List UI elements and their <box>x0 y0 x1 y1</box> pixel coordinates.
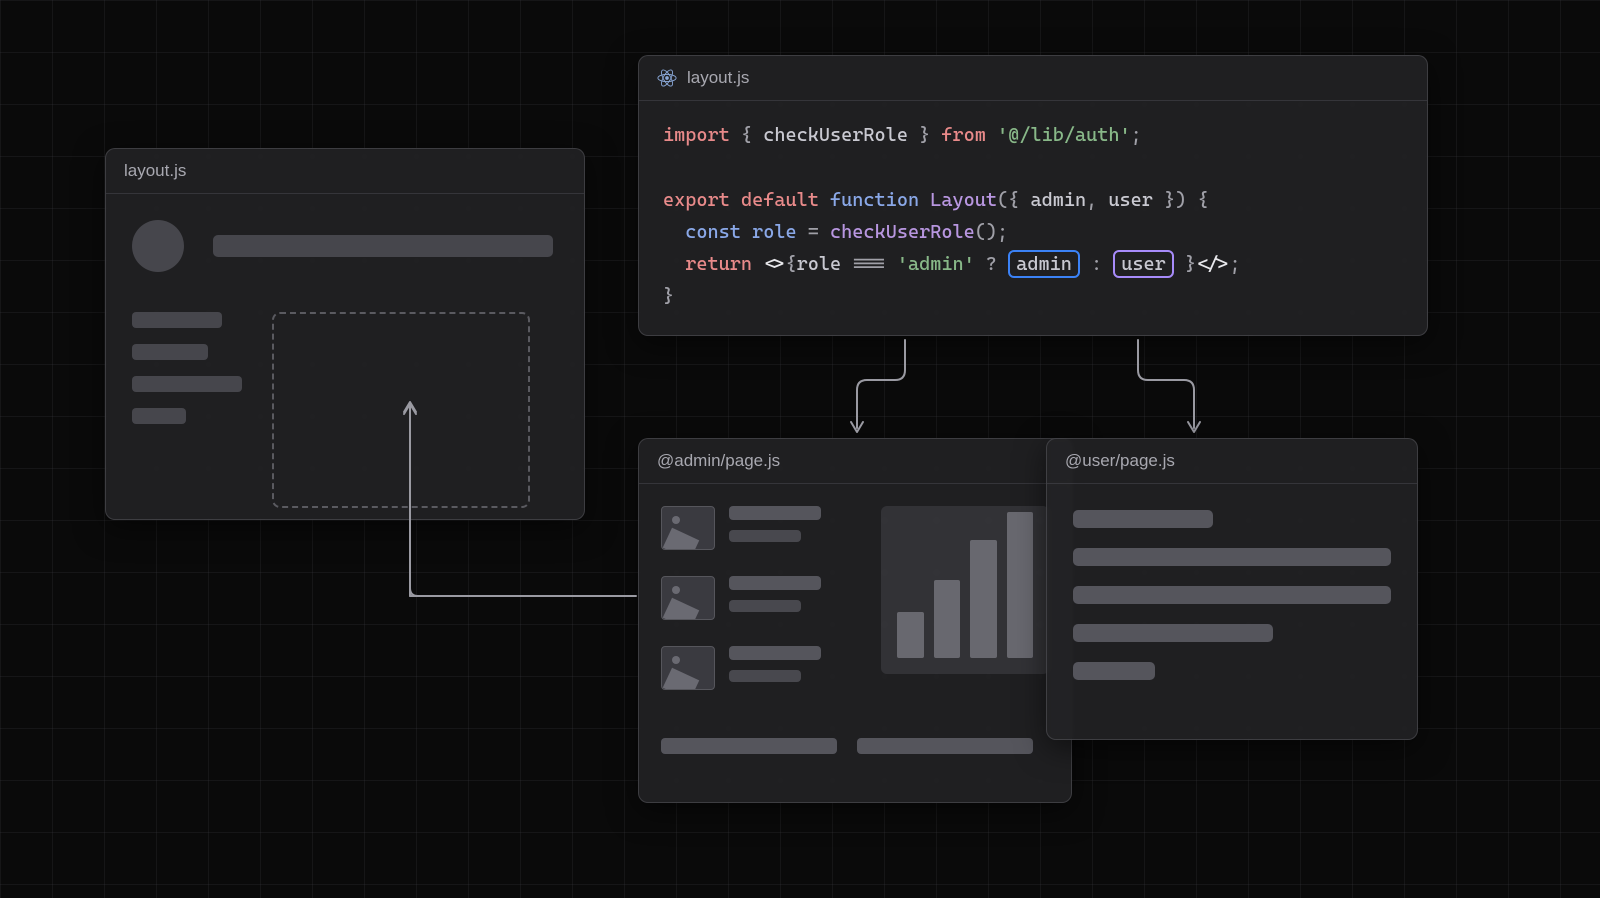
chart-placeholder <box>881 506 1049 674</box>
footer-line <box>661 738 837 754</box>
panel-title: layout.js <box>124 161 186 181</box>
chart-bar <box>970 540 997 658</box>
sidebar-line <box>132 376 242 392</box>
avatar-placeholder <box>132 220 184 272</box>
admin-highlight: admin <box>1008 250 1080 278</box>
react-icon <box>657 68 677 88</box>
content-line <box>1073 510 1213 528</box>
admin-page-panel: @admin/page.js <box>638 438 1072 803</box>
content-line <box>1073 662 1155 680</box>
header-bar-placeholder <box>213 235 553 257</box>
header-row <box>132 220 558 272</box>
content-line <box>1073 586 1391 604</box>
code-block: import { checkUserRole } from '@/lib/aut… <box>639 101 1427 335</box>
panel-title: @admin/page.js <box>657 451 780 471</box>
chart-bar <box>897 612 924 658</box>
chart-bar <box>1007 512 1034 658</box>
image-thumb-icon <box>661 506 715 550</box>
content-line <box>1073 548 1391 566</box>
user-page-panel: @user/page.js <box>1046 438 1418 740</box>
item-lines <box>729 506 821 542</box>
panel-header: @admin/page.js <box>639 439 1071 484</box>
user-highlight: user <box>1113 250 1174 278</box>
code-panel: layout.js import { checkUserRole } from … <box>638 55 1428 336</box>
layout-content <box>132 312 558 508</box>
item-lines <box>729 646 821 682</box>
image-thumb-icon <box>661 576 715 620</box>
list-item <box>661 576 859 620</box>
sidebar-line <box>132 408 186 424</box>
admin-body <box>639 484 1071 738</box>
layout-wireframe-panel: layout.js <box>105 148 585 520</box>
slot-placeholder <box>272 312 530 508</box>
footer-line <box>857 738 1033 754</box>
panel-body <box>106 194 584 534</box>
image-thumb-icon <box>661 646 715 690</box>
sidebar-line <box>132 312 222 328</box>
panel-header: layout.js <box>639 56 1427 101</box>
sidebar-line <box>132 344 208 360</box>
sidebar-placeholder <box>132 312 242 508</box>
user-body <box>1047 484 1417 726</box>
admin-list <box>661 506 859 716</box>
panel-title: layout.js <box>687 68 749 88</box>
content-line <box>1073 624 1273 642</box>
item-lines <box>729 576 821 612</box>
chart-bar <box>934 580 961 658</box>
list-item <box>661 646 859 690</box>
admin-footer <box>639 738 1071 776</box>
panel-title: @user/page.js <box>1065 451 1175 471</box>
panel-header: @user/page.js <box>1047 439 1417 484</box>
list-item <box>661 506 859 550</box>
panel-header: layout.js <box>106 149 584 194</box>
